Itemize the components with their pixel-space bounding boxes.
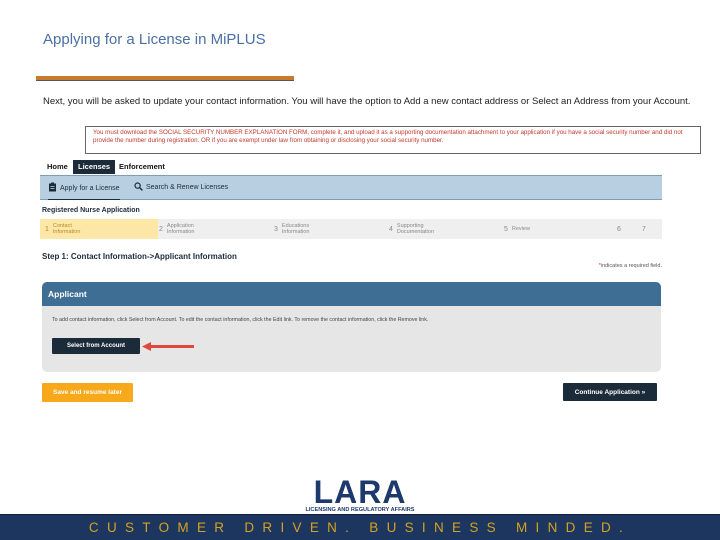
lara-logo: LARA LICENSING AND REGULATORY AFFAIRS <box>305 474 414 513</box>
step-number: 5 <box>504 225 508 233</box>
nav-licenses[interactable]: Licenses <box>73 160 116 174</box>
step-1[interactable]: 1 Contact Information <box>40 219 158 239</box>
required-note: *indicates a required field. <box>598 263 662 269</box>
slide-title: Applying for a License in MiPLUS <box>43 31 266 48</box>
step-3[interactable]: 3 Educations Information <box>274 219 386 239</box>
clipboard-icon <box>48 182 57 194</box>
title-underline <box>36 76 294 81</box>
continue-application-button[interactable]: Continue Application » <box>563 383 657 401</box>
nav-home[interactable]: Home <box>42 160 73 174</box>
required-note-text: indicates a required field. <box>600 263 662 269</box>
step-5[interactable]: 5 Review <box>504 219 604 239</box>
footer-bar: CUSTOMER DRIVEN. BUSINESS MINDED. <box>0 514 720 540</box>
step-number: 7 <box>642 225 646 233</box>
logo-subtext: LICENSING AND REGULATORY AFFAIRS <box>305 507 414 513</box>
ssn-warning: You must download the SOCIAL SECURITY NU… <box>85 126 701 154</box>
panel-title: Applicant <box>42 282 661 306</box>
step-label-line2: Documentation <box>396 229 434 235</box>
logo-text: LARA <box>314 474 407 510</box>
step-label-line2: Information <box>281 229 310 235</box>
applicant-panel: Applicant To add contact information, cl… <box>42 282 661 372</box>
step-number: 2 <box>159 225 163 233</box>
step-progress: 1 Contact Information 2 Application Inform… <box>40 219 662 239</box>
sub-nav-apply-label: Apply for a License <box>60 184 120 192</box>
step-6[interactable]: 6 <box>617 219 635 239</box>
top-nav: Home Licenses Enforcement <box>40 160 662 174</box>
sub-nav-apply[interactable]: Apply for a License <box>48 182 120 200</box>
step-4[interactable]: 4 Supporting Documentation <box>389 219 501 239</box>
search-icon <box>134 182 143 193</box>
step-2[interactable]: 2 Application Information <box>159 219 271 239</box>
step-label-line2: Information <box>166 229 195 235</box>
application-name: Registered Nurse Application <box>42 207 140 214</box>
app-screenshot: You must download the SOCIAL SECURITY NU… <box>40 126 701 406</box>
step-heading: Step 1: Contact Information->Applicant I… <box>42 252 237 261</box>
sub-nav: Apply for a License Search & Renew Licen… <box>40 175 662 200</box>
step-label: Review <box>511 226 530 232</box>
sub-nav-search[interactable]: Search & Renew Licenses <box>134 182 228 193</box>
step-number: 1 <box>45 225 49 233</box>
sub-nav-search-label: Search & Renew Licenses <box>146 184 229 191</box>
panel-instructions: To add contact information, click Select… <box>52 317 429 323</box>
step-number: 6 <box>617 225 621 233</box>
select-from-account-button[interactable]: Select from Account <box>52 338 140 354</box>
step-7[interactable]: 7 <box>642 219 660 239</box>
nav-enforcement[interactable]: Enforcement <box>114 160 170 174</box>
instruction-text: Next, you will be asked to update your c… <box>43 96 691 107</box>
save-and-resume-button[interactable]: Save and resume later <box>42 383 133 402</box>
step-number: 4 <box>389 225 393 233</box>
footer-slogan: CUSTOMER DRIVEN. BUSINESS MINDED. <box>88 520 632 535</box>
step-number: 3 <box>274 225 278 233</box>
left-arrow-icon <box>142 342 194 351</box>
step-label-line2: Information <box>52 229 81 235</box>
